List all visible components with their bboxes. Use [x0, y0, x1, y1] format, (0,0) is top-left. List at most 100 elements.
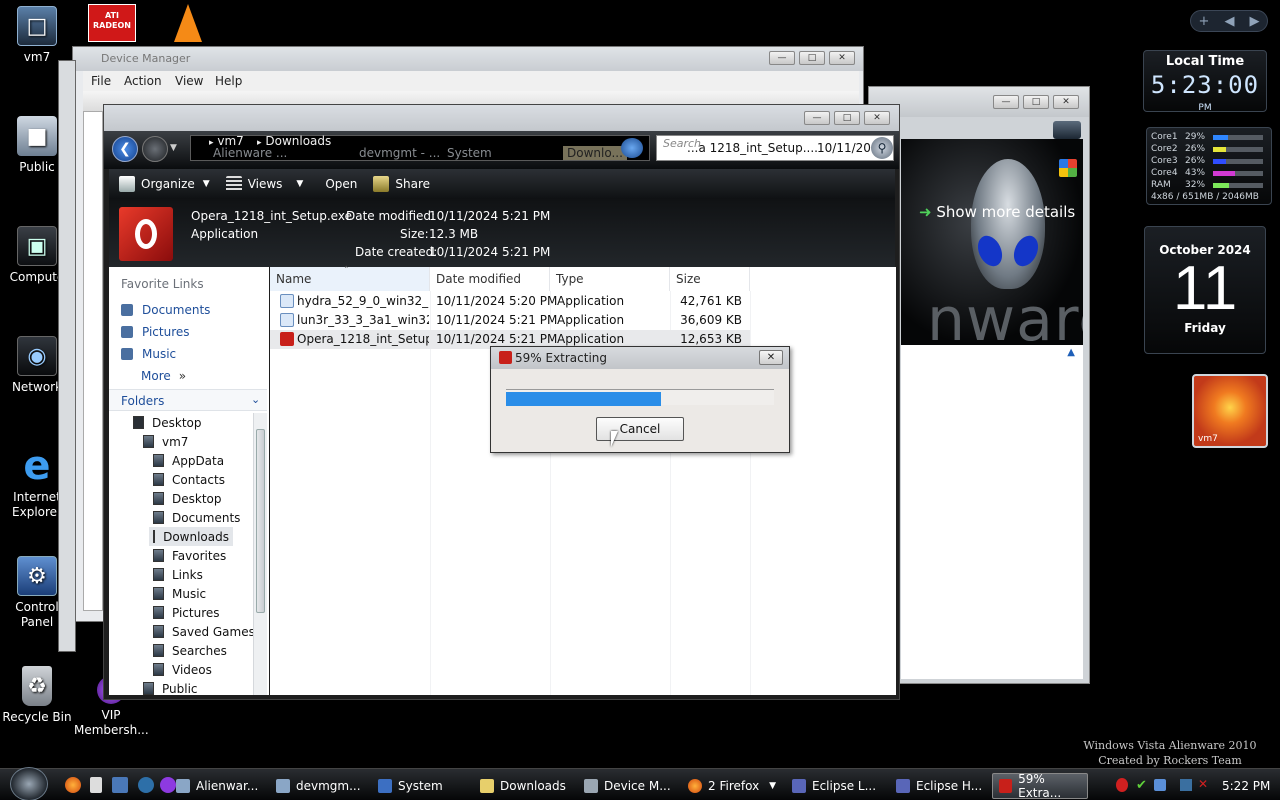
- column-header-name[interactable]: Name ˄: [270, 266, 430, 291]
- menu-view[interactable]: View: [175, 74, 203, 88]
- taskbar-item-system[interactable]: System: [372, 773, 472, 799]
- forward-button[interactable]: [142, 136, 168, 162]
- prev-icon[interactable]: ◀: [1224, 14, 1234, 29]
- alienware-titlebar[interactable]: — □ ✕: [869, 87, 1089, 117]
- next-icon[interactable]: ▶: [1249, 14, 1259, 29]
- file-row[interactable]: lun3r_33_3_3a1_win32_... 10/11/2024 5:21…: [270, 311, 750, 330]
- tree-item-pictures[interactable]: Pictures: [153, 603, 220, 622]
- quicklaunch-media-icon[interactable]: [138, 777, 154, 793]
- tray-security-icon[interactable]: [1116, 778, 1128, 792]
- open-button[interactable]: Open: [319, 177, 357, 191]
- taskbar-item-device-manager[interactable]: Device M...: [578, 773, 678, 799]
- search-box[interactable]: Search ...a 1218_int_Setup.... 10/11/20 …: [656, 135, 894, 161]
- clock-time: 5:23:00: [1150, 71, 1260, 99]
- start-button[interactable]: [10, 767, 48, 800]
- refresh-icon[interactable]: [621, 138, 643, 158]
- tree-item-appdata[interactable]: AppData: [153, 451, 224, 470]
- collapse-icon[interactable]: ▲: [1067, 347, 1075, 358]
- favorite-link-documents[interactable]: Documents: [121, 303, 210, 317]
- slideshow-gadget[interactable]: vm7: [1192, 374, 1268, 448]
- menu-help[interactable]: Help: [215, 74, 242, 88]
- search-overlay-date: 10/11/20: [817, 141, 871, 155]
- taskbar-item-extracting[interactable]: 59% Extra...: [992, 772, 1088, 800]
- document-icon: [176, 779, 190, 793]
- column-header-size[interactable]: Size: [670, 267, 750, 291]
- taskbar-item-alienware[interactable]: Alienwar...: [170, 773, 266, 799]
- menu-action[interactable]: Action: [124, 74, 162, 88]
- tray-network-icon[interactable]: [1180, 779, 1192, 791]
- taskbar-item-eclipse-2[interactable]: Eclipse H...: [890, 773, 990, 799]
- column-header-type[interactable]: Type: [550, 267, 670, 291]
- tree-scrollbar[interactable]: [253, 413, 267, 695]
- taskbar-item-devmgmt[interactable]: devmgm...: [270, 773, 370, 799]
- tree-item-public[interactable]: Public: [143, 679, 198, 695]
- taskbar-item-firefox[interactable]: 2 Firefox ▼: [682, 773, 782, 799]
- cancel-button[interactable]: Cancel: [596, 417, 684, 441]
- tray-check-icon[interactable]: ✔: [1136, 778, 1147, 793]
- favorite-link-music[interactable]: Music: [121, 347, 176, 361]
- maximize-button[interactable]: □: [1023, 95, 1049, 109]
- tree-item-links[interactable]: Links: [153, 565, 203, 584]
- tree-item-videos[interactable]: Videos: [153, 660, 212, 679]
- tree-item-searches[interactable]: Searches: [153, 641, 227, 660]
- maximize-button[interactable]: □: [834, 111, 860, 125]
- views-button[interactable]: Views ▼: [225, 176, 303, 192]
- minimize-button[interactable]: —: [993, 95, 1019, 109]
- favorite-link-pictures[interactable]: Pictures: [121, 325, 190, 339]
- quicklaunch-show-desktop-icon[interactable]: [90, 777, 102, 793]
- tree-item-downloads[interactable]: Downloads: [149, 527, 233, 546]
- recycle-bin-icon: ♻: [22, 666, 52, 706]
- quicklaunch-switch-windows-icon[interactable]: [112, 777, 128, 793]
- column-header-date[interactable]: Date modified: [430, 267, 550, 291]
- taskbar-clock[interactable]: 5:22 PM: [1222, 779, 1270, 793]
- tray-update-icon[interactable]: [1154, 779, 1166, 791]
- alienware-window[interactable]: — □ ✕ ➜ Show more details nware ▲: [868, 86, 1090, 684]
- vlc-icon[interactable]: [174, 4, 202, 42]
- history-dropdown-icon[interactable]: ▼: [170, 143, 177, 153]
- cpu-meter-bar: [1213, 159, 1263, 164]
- ati-radeon-icon[interactable]: ATI RADEON: [88, 4, 136, 42]
- quicklaunch-firefox-icon[interactable]: [65, 777, 81, 793]
- clock-gadget[interactable]: Local Time 5:23:00 PM: [1143, 50, 1267, 113]
- device-manager-titlebar[interactable]: Device Manager — □ ✕: [73, 47, 863, 71]
- minimize-button[interactable]: —: [769, 51, 795, 65]
- taskbar-item-eclipse-1[interactable]: Eclipse L...: [786, 773, 886, 799]
- tree-item-contacts[interactable]: Contacts: [153, 470, 225, 489]
- close-button[interactable]: ✕: [759, 350, 783, 365]
- minimize-button[interactable]: —: [804, 111, 830, 125]
- taskbar-item-downloads[interactable]: Downloads: [474, 773, 574, 799]
- share-button[interactable]: Share: [373, 176, 430, 192]
- alienware-search-button[interactable]: [1053, 121, 1081, 139]
- show-more-details-link[interactable]: ➜ Show more details: [919, 203, 1075, 221]
- desktop-icon-recycle-bin[interactable]: ♻ Recycle Bin: [0, 666, 74, 725]
- organize-button[interactable]: Organize ▼: [119, 176, 210, 192]
- extract-dialog-titlebar[interactable]: 59% Extracting ✕: [491, 347, 789, 369]
- search-icon[interactable]: ⚲: [871, 137, 893, 159]
- tree-item-desktop-sub[interactable]: Desktop: [153, 489, 222, 508]
- folders-header[interactable]: Folders ⌄: [109, 389, 267, 411]
- cpu-meter-gadget[interactable]: Core1 29% Core2 26% Core3 26% Core4 43% RAM 32% 4…: [1146, 127, 1272, 205]
- back-button[interactable]: ❮: [112, 136, 138, 162]
- explorer-titlebar[interactable]: — □ ✕: [104, 105, 899, 131]
- desktop-icon-vm7[interactable]: □ vm7: [0, 6, 74, 65]
- column-divider: [430, 291, 431, 695]
- add-gadget-icon[interactable]: +: [1199, 14, 1210, 29]
- file-row[interactable]: hydra_52_9_0_win32_in... 10/11/2024 5:20…: [270, 292, 750, 311]
- close-button[interactable]: ✕: [829, 51, 855, 65]
- maximize-button[interactable]: □: [799, 51, 825, 65]
- extract-dialog[interactable]: 59% Extracting ✕ Cancel: [490, 346, 790, 453]
- close-button[interactable]: ✕: [864, 111, 890, 125]
- tree-item-music[interactable]: Music: [153, 584, 206, 603]
- calendar-gadget[interactable]: October 2024 11 Friday: [1144, 226, 1266, 354]
- tree-item-favorites[interactable]: Favorites: [153, 546, 226, 565]
- tree-item-saved-games[interactable]: Saved Games: [153, 622, 255, 641]
- tray-volume-muted-icon[interactable]: ✕: [1198, 777, 1208, 791]
- tree-item-desktop[interactable]: Desktop: [133, 413, 202, 432]
- tree-item-vm7[interactable]: vm7: [143, 432, 188, 451]
- address-bar[interactable]: ▸ vm7 ▸ Downloads Alienware ... devmgmt …: [190, 134, 650, 161]
- menu-file[interactable]: File: [91, 74, 111, 88]
- close-button[interactable]: ✕: [1053, 95, 1079, 109]
- tree-item-documents[interactable]: Documents: [153, 508, 240, 527]
- favorite-links-header: Favorite Links: [121, 277, 204, 291]
- more-link[interactable]: More »: [141, 369, 186, 383]
